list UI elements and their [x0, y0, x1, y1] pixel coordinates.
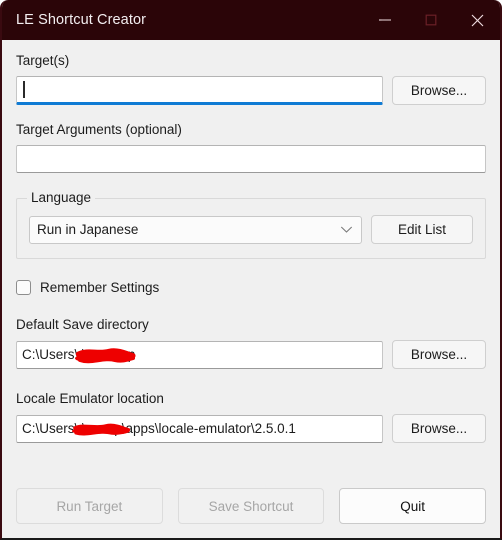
default-save-directory-label: Default Save directory	[16, 317, 149, 332]
target-arguments-input[interactable]	[16, 145, 486, 173]
remember-settings-checkbox[interactable]	[16, 280, 31, 295]
language-group-label: Language	[27, 190, 96, 206]
locale-emulator-location-browse-button[interactable]: Browse...	[392, 414, 486, 443]
minimize-button[interactable]	[362, 0, 408, 40]
edit-list-button[interactable]: Edit List	[371, 215, 473, 244]
window-controls	[362, 0, 500, 40]
run-target-button[interactable]: Run Target	[16, 488, 163, 524]
footer-buttons: Run Target Save Shortcut Quit	[16, 488, 487, 524]
target-label: Target(s)	[16, 53, 70, 68]
target-arguments-label: Target Arguments (optional)	[16, 122, 182, 137]
maximize-icon	[424, 13, 438, 27]
client-area: Target(s) Browse... Target Arguments (op…	[2, 40, 500, 538]
default-save-directory-row: C:\Users\ \Desktop Browse...	[16, 340, 486, 369]
target-row: Browse...	[16, 76, 486, 105]
locale-emulator-location-value: C:\Users\ \scoop\apps\locale-emulator\2.…	[22, 421, 296, 436]
locale-emulator-location-label: Locale Emulator location	[16, 391, 164, 406]
locale-emulator-location-input[interactable]: C:\Users\ \scoop\apps\locale-emulator\2.…	[16, 414, 383, 443]
remember-settings-row[interactable]: Remember Settings	[16, 280, 486, 295]
default-save-directory-input[interactable]: C:\Users\ \Desktop	[16, 340, 383, 369]
app-window: LE Shortcut Creator Target(s) Browse... …	[0, 0, 502, 540]
chevron-down-icon	[340, 225, 353, 234]
language-combobox-value: Run in Japanese	[37, 222, 139, 237]
language-row: Run in Japanese Edit List	[29, 215, 473, 244]
text-caret	[23, 81, 25, 98]
remember-settings-label: Remember Settings	[40, 280, 160, 295]
minimize-icon	[378, 13, 392, 27]
locale-emulator-location-row: C:\Users\ \scoop\apps\locale-emulator\2.…	[16, 414, 486, 443]
close-button[interactable]	[454, 0, 500, 40]
quit-button[interactable]: Quit	[339, 488, 487, 524]
target-input[interactable]	[16, 76, 383, 105]
save-shortcut-button[interactable]: Save Shortcut	[177, 488, 325, 524]
titlebar[interactable]: LE Shortcut Creator	[2, 0, 500, 40]
default-save-directory-value: C:\Users\ \Desktop	[22, 347, 136, 362]
language-combobox[interactable]: Run in Japanese	[29, 215, 362, 244]
window-title: LE Shortcut Creator	[16, 12, 147, 28]
language-groupbox: Language Run in Japanese Edit List	[16, 190, 486, 259]
maximize-button[interactable]	[408, 0, 454, 40]
close-icon	[470, 13, 485, 28]
default-save-directory-browse-button[interactable]: Browse...	[392, 340, 486, 369]
target-browse-button[interactable]: Browse...	[392, 76, 486, 105]
